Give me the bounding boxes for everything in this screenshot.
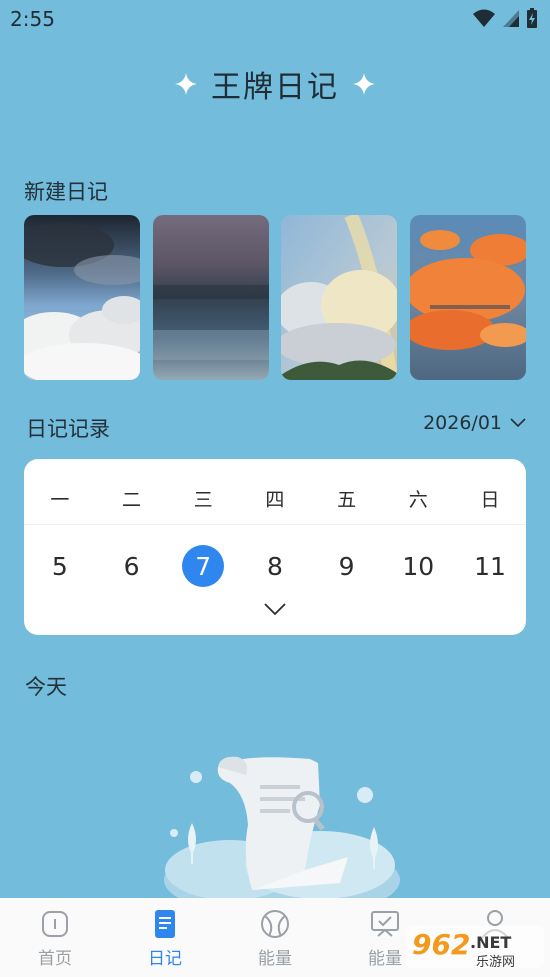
watermark-sub: 乐游网 xyxy=(476,955,515,970)
status-bar: 2:55 xyxy=(0,0,550,38)
watermark-suffix: .NET xyxy=(470,933,511,952)
month-value: 2026/01 xyxy=(423,412,502,434)
weekday-label: 日 xyxy=(480,489,500,511)
new-diary-label: 新建日记 xyxy=(24,180,108,204)
day-row: 5 6 7 8 9 10 11 xyxy=(24,545,526,587)
calendar-day[interactable]: 5 xyxy=(24,545,96,587)
weekday-label: 六 xyxy=(408,489,428,511)
calendar-day-selected[interactable]: 7 xyxy=(167,545,239,587)
day-number: 8 xyxy=(266,551,283,581)
weekday-label: 一 xyxy=(50,489,70,511)
nav-label: 能量 xyxy=(368,949,402,969)
ball-icon xyxy=(261,910,289,938)
month-selector[interactable]: 2026/01 xyxy=(423,412,526,434)
weekday-label: 三 xyxy=(193,489,213,511)
chevron-down-icon xyxy=(510,418,526,428)
diary-records-label: 日记记录 xyxy=(26,417,110,441)
site-watermark-logo: 962 .NET 乐游网 xyxy=(406,926,544,970)
nav-label: 能量 xyxy=(258,949,292,969)
today-label: 今天 xyxy=(25,675,67,699)
weekday-header: 一 二 三 四 五 六 日 xyxy=(24,485,526,512)
calendar-day[interactable]: 8 xyxy=(239,545,311,587)
battery-icon xyxy=(527,8,537,28)
nav-label: 日记 xyxy=(148,949,182,969)
calendar-day[interactable]: 6 xyxy=(96,545,168,587)
template-thumb-sunset-clouds[interactable] xyxy=(409,215,526,380)
calendar-day[interactable]: 9 xyxy=(311,545,383,587)
week-calendar: 一 二 三 四 五 六 日 5 6 7 8 9 10 11 xyxy=(24,459,526,635)
weekday-label: 四 xyxy=(265,489,285,511)
calendar-day[interactable]: 11 xyxy=(454,545,526,587)
weekday-label: 五 xyxy=(337,489,357,511)
day-number: 5 xyxy=(51,551,68,581)
checkin-icon xyxy=(371,911,399,937)
empty-state-illustration xyxy=(164,756,400,905)
wifi-icon xyxy=(473,9,495,27)
nav-item-energy[interactable]: 能量 xyxy=(220,898,330,977)
day-number: 11 xyxy=(474,551,506,581)
sparkle-icon xyxy=(175,73,197,95)
template-thumb-rain-water[interactable] xyxy=(152,215,269,380)
signal-icon xyxy=(503,10,519,27)
nav-item-diary[interactable]: 日记 xyxy=(110,898,220,977)
day-number: 6 xyxy=(123,551,140,581)
diary-icon xyxy=(155,910,175,938)
home-icon xyxy=(42,911,68,937)
nav-item-home[interactable]: 首页 xyxy=(0,898,110,977)
watermark-brand: 962 xyxy=(412,928,470,961)
sparkle-icon xyxy=(353,73,375,95)
expand-calendar-chevron-icon[interactable] xyxy=(263,602,287,616)
weekday-label: 二 xyxy=(122,489,142,511)
day-number: 9 xyxy=(338,551,355,581)
nav-label: 首页 xyxy=(38,949,72,969)
diary-template-list xyxy=(24,215,526,380)
day-number: 10 xyxy=(402,551,435,581)
status-time: 2:55 xyxy=(10,7,55,31)
app-title: 王牌日记 xyxy=(211,70,339,105)
app-header: 王牌日记 xyxy=(0,62,550,106)
status-icons xyxy=(472,8,538,28)
template-thumb-storm-clouds[interactable] xyxy=(24,215,140,380)
calendar-divider xyxy=(24,524,526,525)
template-thumb-rainbow-clouds[interactable] xyxy=(281,215,398,380)
day-number: 7 xyxy=(182,545,225,587)
calendar-day[interactable]: 10 xyxy=(382,545,454,587)
